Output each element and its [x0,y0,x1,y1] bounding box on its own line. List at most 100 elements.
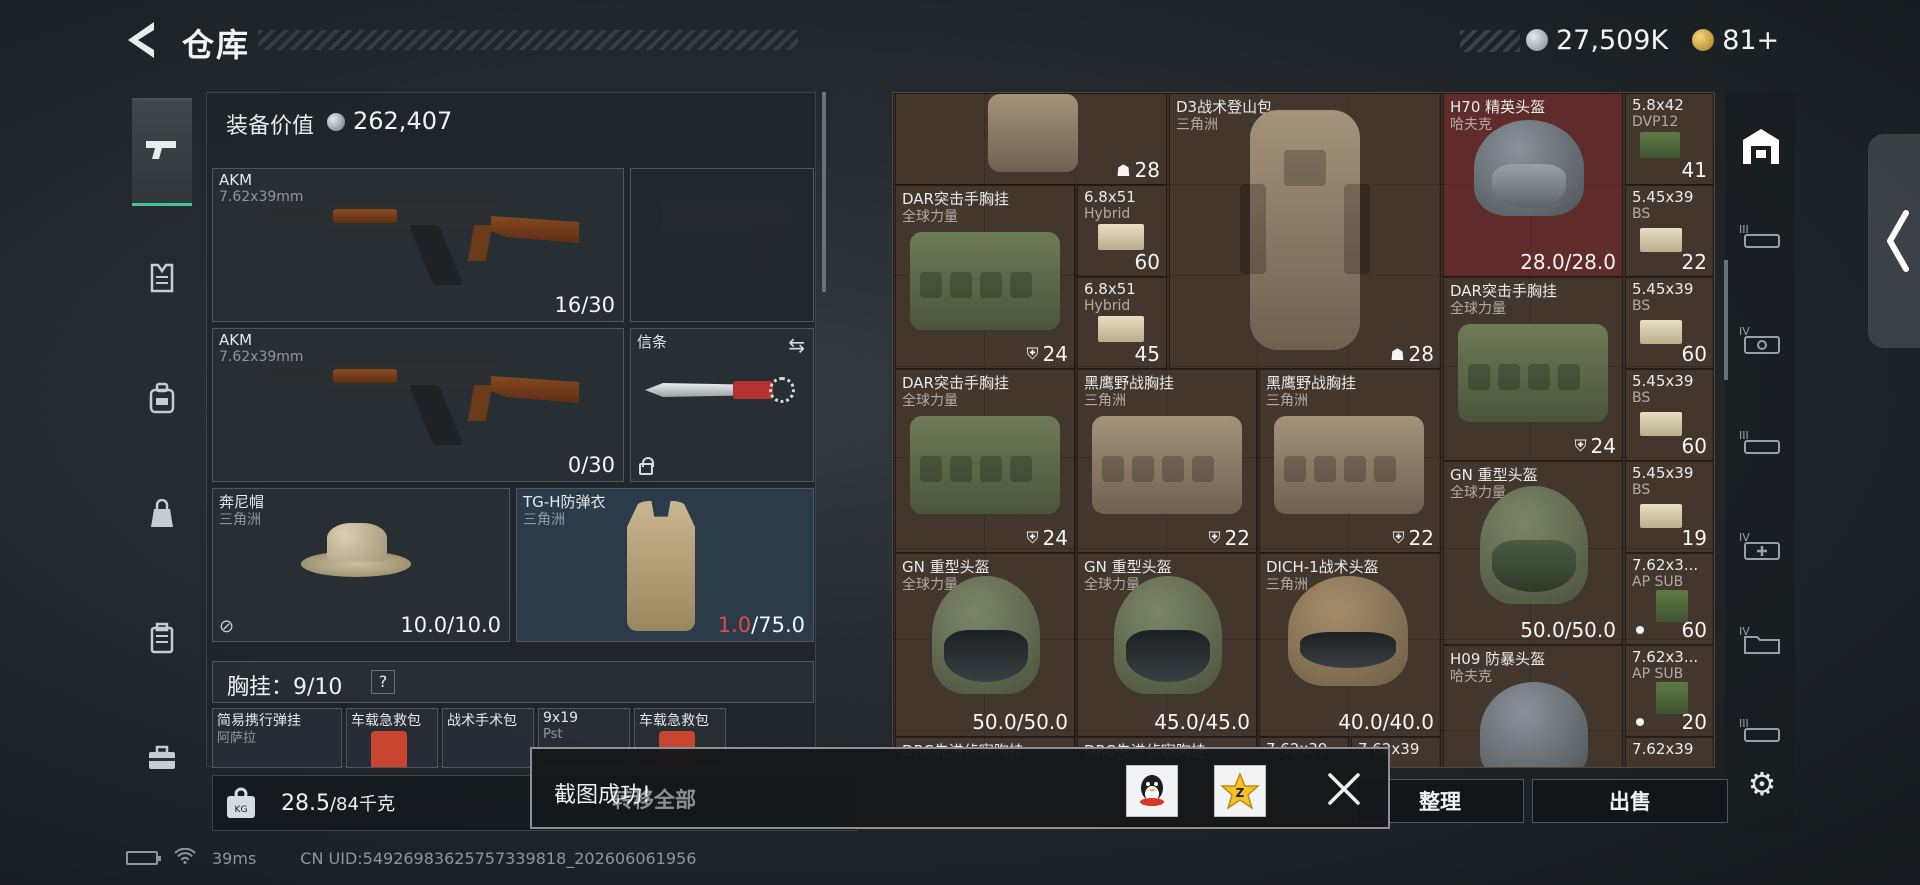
back-icon[interactable] [124,18,160,62]
qzone-share-button[interactable]: Z [1214,765,1266,817]
stash-page-tab[interactable]: IV [1735,614,1787,666]
item-count: 22 [1681,250,1707,274]
primary-weapon-slot-2[interactable]: AKM 7.62x39mm 0/30 [212,328,624,482]
stash-page-tab[interactable]: III [1735,416,1787,468]
ammo-box-icon [1098,316,1144,342]
helmet-icon [1114,576,1222,694]
carry-weight: 28.5/84千克 [281,791,395,816]
swap-icon[interactable]: ⇆ [788,333,805,357]
wifi-icon [174,847,196,868]
item-count: 60 [1681,434,1707,458]
stash-item[interactable]: 6.8x51 Hybrid 60 [1077,185,1167,277]
stash-item[interactable]: H09 防暴头盔 哈夫克 [1443,645,1623,767]
stash-item[interactable]: 5.8x42 DVP12 41 [1625,93,1714,185]
stash-item[interactable]: 5.45x39 BS 60 [1625,277,1714,369]
stash-item[interactable]: 黑鹰野战胸挂 三角洲 ⛨ 22 [1259,369,1441,553]
rig-item-variant: Pst [543,727,563,742]
gold-currency-amount[interactable]: 81+ [1722,25,1779,56]
primary-weapon-slot-1[interactable]: AKM 7.62x39mm 16/30 [212,168,624,322]
rig-item-name: 9x19 [543,710,579,726]
silver-currency-amount: 27,509K [1556,24,1669,56]
tab-bags[interactable] [132,460,192,568]
settings-gear-icon[interactable]: ⚙ [1738,760,1786,808]
equipment-scrollbar[interactable] [822,92,826,292]
battery-icon [126,851,161,865]
item-variant: DVP12 [1632,114,1679,130]
help-button[interactable]: ? [371,670,395,694]
bag-icon [151,499,173,527]
item-name: 6.8x51 [1084,188,1136,206]
item-name: 5.45x39 [1632,280,1694,298]
stash-item[interactable]: GN 重型头盔 全球力量 45.0/45.0 [1077,553,1257,737]
rig-item[interactable]: 战术手术包 [442,708,534,768]
durability: 10.0/10.0 [400,613,501,637]
headwear-slot[interactable]: 奔尼帽 三角洲 ⊘ 10.0/10.0 [212,488,510,642]
silver-coin-icon [1526,29,1548,51]
silver-coin-icon [327,113,345,131]
ping-value: 39ms [212,848,257,868]
stash-page-tab[interactable]: III [1735,210,1787,262]
stash-item[interactable]: DICH-1战术头盔 三角洲 40.0/40.0 [1259,553,1441,737]
toolbox-icon [149,745,175,769]
svg-text:Z: Z [1236,786,1245,800]
stash-item[interactable]: 6.8x51 Hybrid 45 [1077,277,1167,369]
stash-item[interactable]: H70 精英头盔 哈夫克 28.0/28.0 [1443,93,1623,277]
stash-item[interactable]: 黑鹰野战胸挂 三角洲 ⛨ 22 [1077,369,1257,553]
stash-item[interactable]: D3战术登山包 三角洲 ☗ 28 [1169,93,1441,369]
stash-item[interactable]: ☗ 28 [895,93,1167,185]
stash-item[interactable]: DAR突击手胸挂 全球力量 ⛨ 24 [895,369,1075,553]
item-durability: 28.0/28.0 [1520,250,1616,274]
stash-item[interactable]: DAR突击手胸挂 全球力量 ⛨ 24 [1443,277,1623,461]
vest-icon [150,263,174,293]
currency-display: 27,509K 81+ [1460,24,1805,56]
qq-share-button[interactable] [1126,765,1178,817]
stash-item[interactable]: GN 重型头盔 全球力量 50.0/50.0 [895,553,1075,737]
helmet-icon [1480,682,1588,767]
stash-item[interactable]: 7.62x3... AP SUB 60 [1625,553,1714,645]
stash-page-tab[interactable]: IV [1735,520,1787,572]
rig-item[interactable]: 车载急救包 [346,708,438,768]
stash-home-tab[interactable] [1735,120,1787,172]
stash-item[interactable]: 5.45x39 BS 22 [1625,185,1714,277]
stash-item[interactable]: 7.62x39 [1625,737,1714,767]
tab-containers[interactable] [132,584,192,692]
pistol-icon [144,135,180,168]
stash-item[interactable]: DAR突击手胸挂 全球力量 ⛨ 24 [895,185,1075,369]
close-icon[interactable] [1324,769,1364,809]
tab-toolbox[interactable] [132,704,192,812]
item-brand: 三角洲 [1176,117,1218,133]
item-variant: AP SUB [1632,666,1684,682]
item-stat: ⛨ 22 [1392,526,1434,550]
stash-item[interactable]: 5.45x39 BS 19 [1625,461,1714,553]
stash-item[interactable]: GN 重型头盔 全球力量 50.0/50.0 [1443,461,1623,645]
item-durability: 50.0/50.0 [972,710,1068,734]
rig-item-name: 战术手术包 [447,713,517,729]
chest-rig-icon [1274,416,1424,514]
ammo-box-icon [1640,320,1682,344]
durability: 1.0/75.0 [717,613,805,637]
secondary-weapon-slot[interactable] [630,168,814,322]
stash-page-tab[interactable]: IV [1735,314,1787,366]
backpack-icon [1240,110,1370,350]
stash-scrollbar[interactable] [1724,260,1728,380]
rig-item[interactable]: 简易携行弹挂 阿萨拉 [212,708,342,768]
stash-grid[interactable]: ☗ 28 D3战术登山包 三角洲 ☗ 28 H70 精英头盔 哈夫克 28.0/28… [892,92,1715,768]
expand-side-panel-button[interactable] [1868,134,1920,348]
stash-item[interactable]: 5.45x39 BS 60 [1625,369,1714,461]
sell-button[interactable]: 出售 [1532,779,1728,823]
transfer-all-button[interactable]: 转移全部 [612,784,696,814]
stash-page-tab[interactable]: III [1735,704,1787,756]
item-stat: ⛨ 24 [1026,342,1068,366]
item-stat: ⛨ 24 [1026,526,1068,550]
melee-weapon-slot[interactable]: 信条 ⇆ [630,328,814,482]
tab-weapons[interactable] [132,98,192,206]
item-name: 7.62x39 [1632,740,1694,758]
slot-item-brand: 三角洲 [523,512,565,528]
tab-backpacks[interactable] [132,344,192,452]
armor-slot[interactable]: TG-H防弹衣 三角洲 1.0/75.0 [516,488,814,642]
stash-item[interactable]: 7.62x3... AP SUB 20 [1625,645,1714,737]
tab-chest-rigs[interactable] [132,224,192,332]
item-variant: Hybrid [1084,298,1131,314]
chest-rig-icon [910,232,1060,330]
case-icon [150,622,174,654]
